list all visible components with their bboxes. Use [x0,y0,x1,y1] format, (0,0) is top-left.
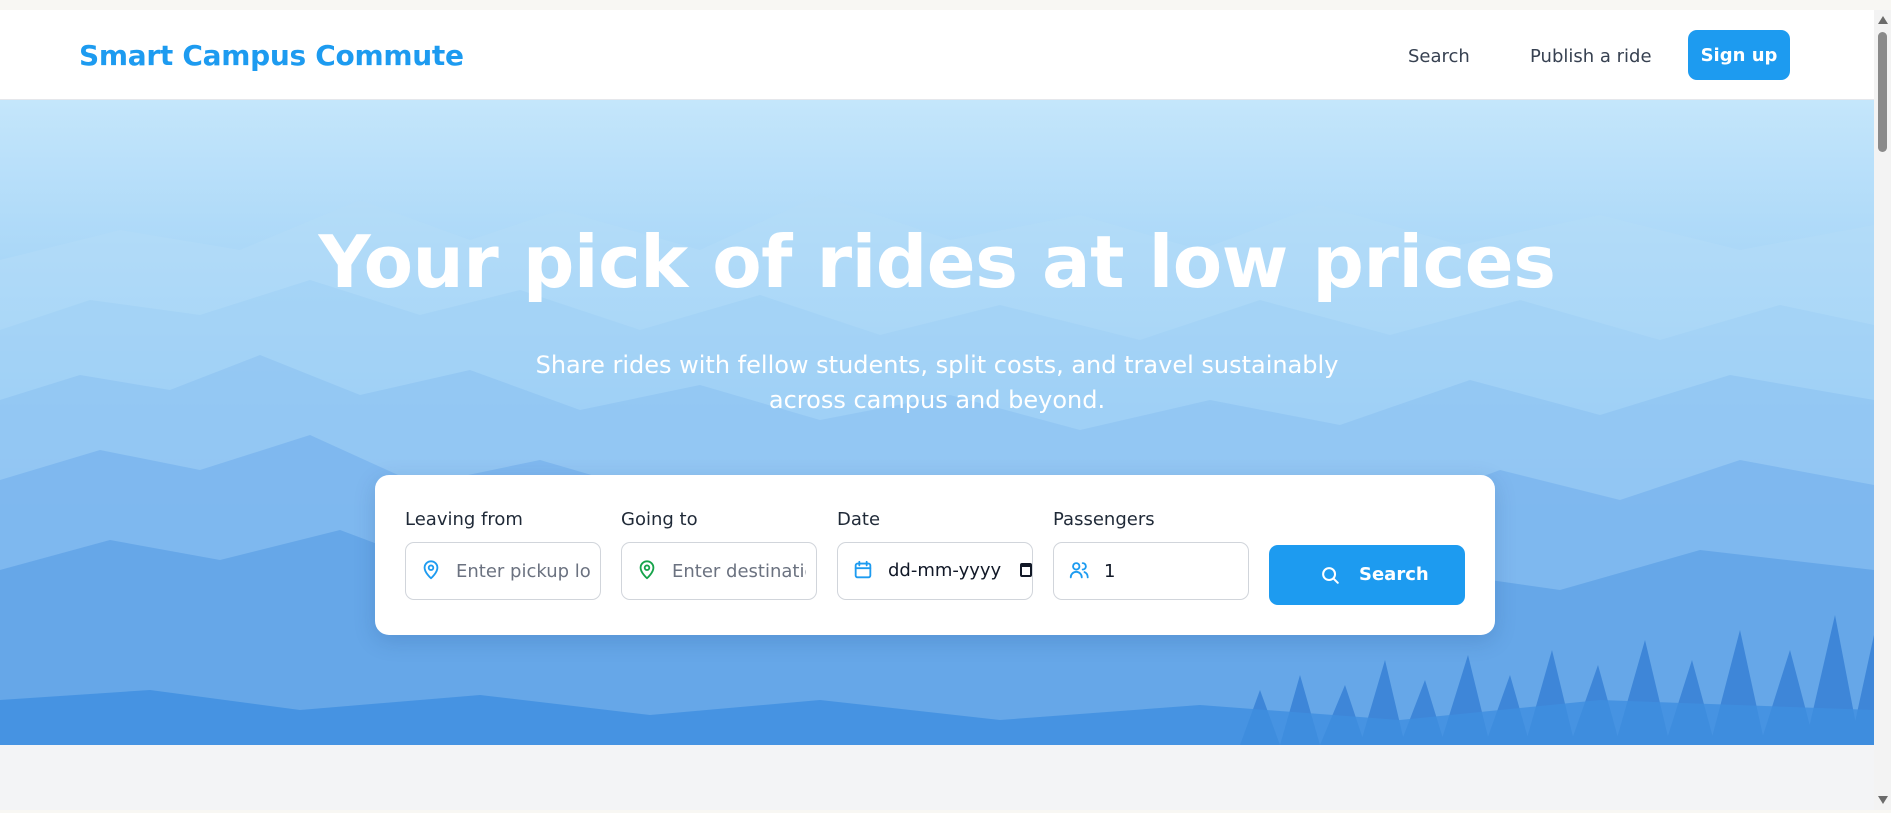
going-to-box[interactable] [621,542,817,600]
leaving-from-field: Leaving from [405,509,601,600]
users-icon [1069,562,1089,579]
brand-logo[interactable]: Smart Campus Commute [79,39,464,72]
nav-link-search[interactable]: Search [1408,46,1470,67]
going-to-field: Going to [621,509,817,600]
leaving-from-label: Leaving from [405,509,523,530]
leaving-from-input[interactable] [456,543,590,599]
browser-viewport: Smart Campus Commute Search Publish a ri… [0,10,1874,810]
hero-section: Your pick of rides at low prices Share r… [0,100,1874,745]
passengers-label: Passengers [1053,509,1155,530]
mountain-background [0,195,1874,745]
map-pin-icon [639,560,655,580]
ride-search-form: Leaving from Going to Date [375,475,1495,635]
going-to-input[interactable] [672,543,806,599]
map-pin-icon [423,560,439,580]
search-icon [1322,567,1339,584]
passengers-field: Passengers [1053,509,1249,600]
scroll-up-arrow[interactable] [1878,16,1888,24]
leaving-from-box[interactable] [405,542,601,600]
scroll-down-arrow[interactable] [1878,796,1888,804]
date-picker-icon[interactable] [1020,563,1032,577]
navbar: Smart Campus Commute Search Publish a ri… [0,10,1874,100]
nav-link-publish-ride[interactable]: Publish a ride [1530,46,1652,67]
going-to-label: Going to [621,509,698,530]
date-label: Date [837,509,881,530]
date-value: dd-mm-yyyy [888,560,1002,581]
signup-button[interactable]: Sign up [1688,30,1790,80]
hero-title: Your pick of rides at low prices [318,220,1556,304]
passengers-input[interactable] [1104,543,1238,599]
hero-subtitle: Share rides with fellow students, split … [535,351,1339,414]
date-input[interactable]: dd-mm-yyyy [837,542,1033,600]
date-field: Date dd-mm-yyyy [837,509,1033,600]
page-scrollbar[interactable] [1874,10,1891,810]
calendar-icon [854,560,872,579]
search-button-label: Search [1359,564,1429,585]
passengers-box[interactable] [1053,542,1249,600]
scroll-thumb[interactable] [1878,32,1887,152]
search-rides-button[interactable]: Search [1269,545,1465,605]
